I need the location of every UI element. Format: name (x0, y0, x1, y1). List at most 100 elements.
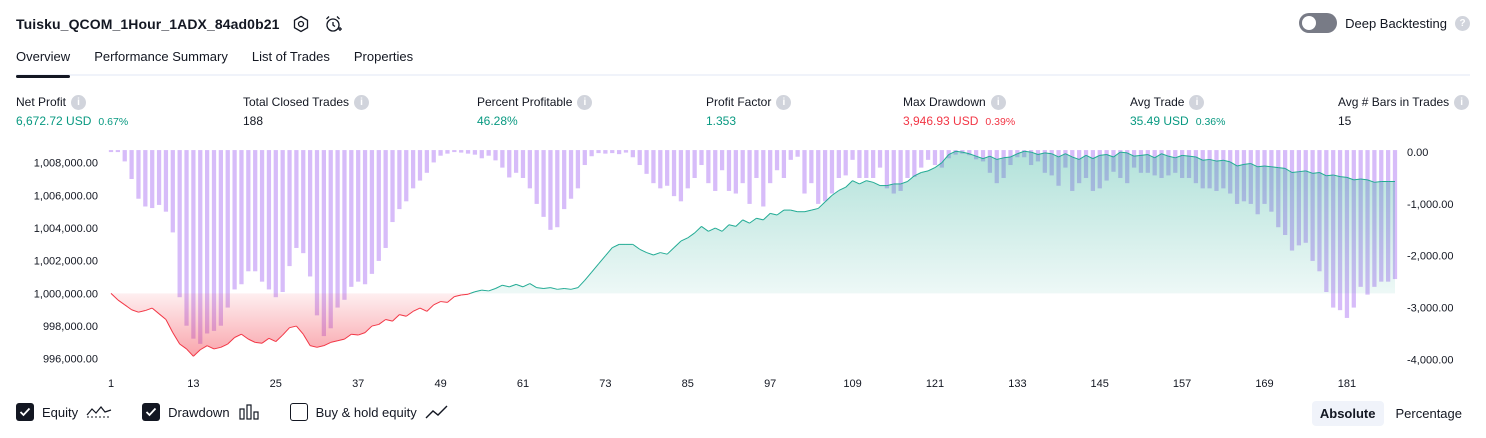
x-axis-tick: 49 (434, 378, 446, 390)
drawdown-bar (761, 150, 766, 207)
tab-overview[interactable]: Overview (16, 42, 71, 78)
add-alert-icon[interactable] (322, 13, 344, 35)
drawdown-bar (589, 150, 594, 157)
right-axis-tick: -4,000.00 (1407, 354, 1453, 366)
legend-buy-hold-label: Buy & hold equity (315, 404, 417, 420)
legend-equity-label: Equity (42, 404, 79, 420)
metric-label: Max Drawdown (903, 95, 986, 109)
drawdown-bar (349, 150, 354, 287)
x-axis-tick: 73 (599, 378, 611, 390)
drawdown-bar (486, 150, 491, 156)
drawdown-bar (273, 150, 278, 298)
drawdown-bar (404, 150, 409, 202)
drawdown-bar (266, 150, 272, 290)
drawdown-bar (555, 150, 560, 228)
metric-value: 188 (243, 114, 264, 128)
drawdown-bar (781, 150, 787, 178)
drawdown-bar (438, 150, 443, 156)
drawdown-bar (637, 150, 642, 166)
chart-legend: Equity Drawdown Buy & hold equity (16, 403, 479, 421)
x-axis-tick: 145 (1091, 378, 1109, 390)
drawdown-bar (527, 150, 532, 189)
x-axis-tick: 121 (926, 378, 944, 390)
drawdown-bar (232, 150, 237, 290)
legend-buy-hold[interactable]: Buy & hold equity (289, 403, 449, 421)
right-axis-tick: -2,000.00 (1407, 251, 1453, 263)
absolute-button[interactable]: Absolute (1311, 401, 1384, 426)
drawdown-bar (685, 150, 690, 189)
info-icon[interactable]: i (1189, 94, 1205, 110)
drawdown-bar (410, 150, 416, 189)
legend-equity[interactable]: Equity (16, 403, 112, 421)
drawdown-bar (658, 150, 663, 189)
equity-area-positive (470, 151, 1396, 294)
drawdown-bar (596, 150, 601, 154)
x-axis-tick: 25 (270, 378, 282, 390)
info-icon[interactable]: i (71, 94, 87, 110)
drawdown-bar (253, 150, 258, 272)
metric-avg-bars-in-trades: Avg # Bars in Trades i 15 (1338, 94, 1470, 128)
deep-backtesting-toggle[interactable] (1299, 13, 1338, 33)
drawdown-bar (678, 150, 684, 202)
drawdown-bar (754, 150, 759, 178)
tab-list-of-trades[interactable]: List of Trades (252, 42, 330, 76)
drawdown-bar (726, 150, 732, 191)
metric-max-drawdown: Max Drawdown i 3,946.93 USD 0.39% (903, 94, 1015, 128)
drawdown-bar (465, 150, 471, 154)
drawdown-bar (177, 150, 182, 298)
percentage-button[interactable]: Percentage (1388, 401, 1471, 426)
x-axis-tick: 169 (1255, 378, 1273, 390)
info-icon[interactable]: i (1454, 94, 1470, 110)
left-axis-tick: 996,000.00 (43, 354, 98, 366)
drawdown-bar (864, 150, 869, 178)
x-axis-tick: 97 (764, 378, 776, 390)
drawdown-bar (850, 150, 855, 160)
drawdown-bar (630, 150, 635, 158)
drawdown-bar (740, 150, 745, 184)
drawdown-bar (884, 150, 890, 189)
drawdown-bar (912, 150, 917, 177)
metric-percent: 0.39% (985, 116, 1016, 128)
drawdown-bar (170, 150, 175, 233)
help-icon[interactable]: ? (1455, 15, 1470, 31)
drawdown-bar (575, 150, 581, 189)
drawdown-bar (479, 150, 484, 159)
drawdown-bar (836, 150, 841, 178)
drawdown-bar (513, 150, 519, 173)
drawdown-bar (822, 150, 828, 202)
drawdown-bar (788, 150, 793, 160)
metric-label: Avg Trade (1130, 95, 1185, 109)
tab-properties[interactable]: Properties (354, 42, 413, 76)
drawdown-bar (136, 150, 141, 199)
equity-drawdown-chart[interactable]: 1,008,000.00 1,006,000.00 1,004,000.00 1,00… (0, 140, 1486, 396)
x-axis-tick: 133 (1008, 378, 1026, 390)
tab-performance-summary[interactable]: Performance Summary (94, 42, 228, 76)
info-icon[interactable]: i (577, 94, 593, 110)
drawdown-bar (369, 150, 375, 274)
info-icon[interactable]: i (776, 94, 792, 110)
x-axis-tick: 85 (682, 378, 694, 390)
drawdown-bar (582, 150, 587, 166)
info-icon[interactable]: i (354, 94, 370, 110)
drawdown-bar (809, 150, 814, 184)
drawdown-bar (534, 150, 539, 204)
equity-checkbox[interactable] (16, 403, 34, 421)
drawdown-bar (692, 150, 697, 178)
deep-backtesting: Deep Backtesting ? (1299, 13, 1470, 33)
buy-hold-checkbox[interactable] (289, 403, 308, 421)
tab-bar: Overview Performance Summary List of Tra… (16, 42, 1470, 78)
metric-avg-trade: Avg Trade i 35.49 USD 0.36% (1130, 94, 1225, 128)
drawdown-bar (671, 150, 677, 197)
drawdown-checkbox[interactable] (142, 403, 161, 421)
info-icon[interactable]: i (990, 94, 1006, 110)
legend-drawdown[interactable]: Drawdown (142, 403, 259, 421)
left-axis-tick: 1,008,000.00 (34, 158, 98, 170)
drawdown-bar (239, 150, 244, 285)
drawdown-bar (356, 150, 361, 282)
settings-icon[interactable] (290, 13, 312, 35)
drawdown-bar (795, 150, 800, 157)
metric-value: 6,672.72 USD (16, 114, 92, 128)
metric-value: 15 (1338, 114, 1352, 128)
drawdown-bar (747, 150, 752, 204)
drawdown-bar (143, 150, 148, 207)
